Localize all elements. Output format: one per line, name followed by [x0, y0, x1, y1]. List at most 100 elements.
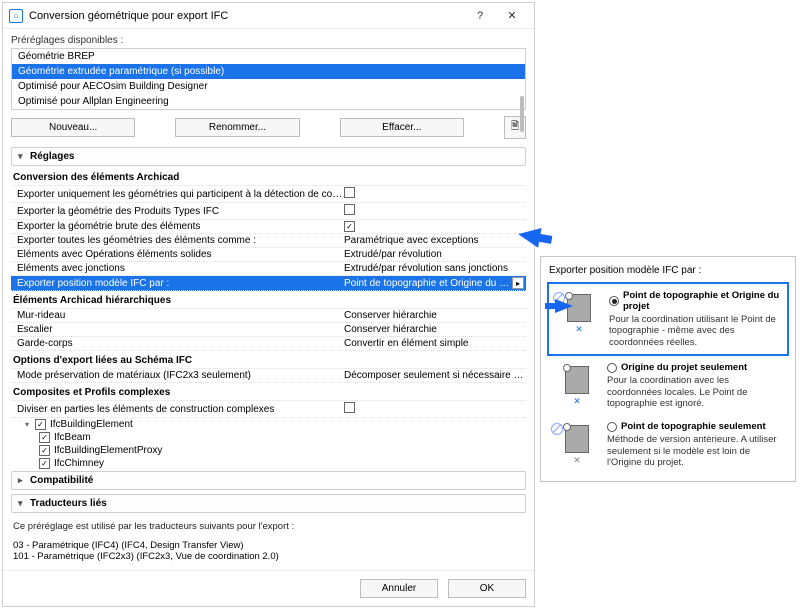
option-origin-only[interactable]: ✕ Origine du projet seulement Pour la co…	[547, 356, 789, 415]
annotation-arrow-icon	[516, 224, 541, 248]
app-icon: ⌂	[9, 9, 23, 23]
row-garde[interactable]: Garde-corps Convertir en élément simple	[11, 337, 526, 351]
tree-node[interactable]: ✓ IfcChimney	[39, 457, 526, 469]
checkbox-checked[interactable]: ✓	[39, 445, 50, 456]
row-value: Extrudé/par révolution sans jonctions	[344, 263, 524, 274]
row-value: Décomposer seulement si nécessaire po...	[344, 370, 524, 381]
radio[interactable]	[607, 363, 617, 373]
row-label: Exporter la géométrie brute des éléments	[17, 221, 344, 232]
chevron-right-icon: ▸	[18, 475, 28, 486]
checkbox[interactable]	[344, 204, 355, 215]
option-desc: Pour la coordination avec les coordonnée…	[607, 375, 783, 409]
row-value: Extrudé/par révolution	[344, 249, 524, 260]
settings-body: Conversion des éléments Archicad Exporte…	[11, 168, 526, 469]
delete-button[interactable]: Effacer...	[340, 118, 464, 137]
checkbox-checked[interactable]: ✓	[344, 221, 355, 232]
option-topo-only[interactable]: ✕ Point de topographie seulement Méthode…	[547, 415, 789, 474]
tree-node-root[interactable]: ▾ ✓ IfcBuildingElement	[25, 418, 526, 431]
new-button[interactable]: Nouveau...	[11, 118, 135, 137]
title-bar: ⌂ Conversion géométrique pour export IFC…	[3, 3, 534, 29]
tree-label: IfcBeam	[54, 432, 91, 443]
row-brute[interactable]: Exporter la géométrie brute des éléments…	[11, 220, 526, 234]
option-thumb-icon	[565, 366, 589, 394]
preset-item[interactable]: Optimisé pour AECOsim Building Designer	[12, 79, 525, 94]
preset-list-wrap: Géométrie BREP Géométrie extrudée paramé…	[3, 48, 534, 110]
row-label: Exporter toutes les géométries des éléme…	[17, 235, 344, 246]
row-escalier[interactable]: Escalier Conserver hiérarchie	[11, 323, 526, 337]
preset-item[interactable]: Géométrie BREP	[12, 49, 525, 64]
section-reglages-header[interactable]: ▾ Réglages	[12, 148, 525, 165]
tree-label: IfcChimney	[54, 458, 104, 469]
section-translators-header[interactable]: ▾ Traducteurs liés	[12, 495, 525, 512]
rename-button[interactable]: Renommer...	[175, 118, 299, 137]
ok-button[interactable]: OK	[448, 579, 526, 598]
checkbox-checked[interactable]: ✓	[35, 419, 46, 430]
row-jonctions[interactable]: Eléments avec jonctions Extrudé/par révo…	[11, 262, 526, 276]
section-compat-header[interactable]: ▸ Compatibilité	[12, 472, 525, 489]
checkbox[interactable]	[344, 402, 355, 413]
row-label: Escalier	[17, 324, 344, 335]
cancel-button[interactable]: Annuler	[360, 579, 438, 598]
option-title: Origine du projet seulement	[621, 362, 747, 373]
section-compat-title: Compatibilité	[30, 475, 93, 486]
option-thumb-icon	[565, 425, 589, 453]
row-toutes[interactable]: Exporter toutes les géométries des éléme…	[11, 234, 526, 248]
translators-list: 03 - Paramétrique (IFC4) (IFC4, Design T…	[3, 538, 534, 570]
row-diviser[interactable]: Diviser en parties les éléments de const…	[11, 401, 526, 418]
tree-label: IfcBuildingElementProxy	[54, 445, 162, 456]
row-types[interactable]: Exporter la géométrie des Produits Types…	[11, 203, 526, 220]
row-position-selected[interactable]: Exporter position modèle IFC par : Point…	[11, 276, 526, 291]
tree-node[interactable]: ✓ IfcBuildingElementProxy	[39, 444, 526, 457]
option-thumb-col: ✕	[553, 362, 601, 409]
row-label: Exporter position modèle IFC par :	[17, 278, 344, 289]
option-topo-and-origin[interactable]: ✕ Point de topographie et Origine du pro…	[547, 282, 789, 356]
preset-list[interactable]: Géométrie BREP Géométrie extrudée paramé…	[11, 48, 526, 110]
row-label: Mode préservation de matériaux (IFC2x3 s…	[17, 370, 344, 381]
chevron-down-icon: ▾	[18, 151, 28, 162]
row-value: Convertir en élément simple	[344, 338, 524, 349]
section-translators: ▾ Traducteurs liés	[11, 494, 526, 513]
option-title: Point de topographie et Origine du proje…	[623, 290, 781, 312]
tree-node[interactable]: ✓ IfcBeam	[39, 431, 526, 444]
row-value: Paramétrique avec exceptions	[344, 235, 524, 246]
chevron-down-icon: ▾	[18, 498, 28, 509]
close-button[interactable]: ✕	[496, 5, 528, 27]
translator-item: 03 - Paramétrique (IFC4) (IFC4, Design T…	[13, 540, 524, 551]
option-desc: Pour la coordination utilisant le Point …	[609, 314, 781, 348]
row-label: Mur-rideau	[17, 310, 344, 321]
translator-item: 101 - Paramétrique (IFC2x3) (IFC2x3, Vue…	[13, 551, 524, 562]
presets-label: Préréglages disponibles :	[3, 29, 534, 48]
help-button[interactable]: ?	[464, 5, 496, 27]
row-label: Diviser en parties les éléments de const…	[17, 404, 344, 415]
dropdown-arrow-icon[interactable]: ▸	[512, 277, 524, 289]
ifc-export-dialog: ⌂ Conversion géométrique pour export IFC…	[2, 2, 535, 607]
tree-label: IfcBuildingElement	[50, 419, 133, 430]
preset-item-selected[interactable]: Géométrie extrudée paramétrique (si poss…	[12, 64, 525, 79]
group-composites: Composites et Profils complexes	[11, 383, 526, 401]
x-marker-icon: ✕	[575, 324, 583, 335]
row-solides[interactable]: Eléments avec Opérations éléments solide…	[11, 248, 526, 262]
option-desc: Méthode de version antérieure. A utilise…	[607, 434, 783, 468]
section-reglages-title: Réglages	[30, 151, 74, 162]
checkbox-checked[interactable]: ✓	[39, 432, 50, 443]
checkbox[interactable]	[344, 187, 355, 198]
expander-icon[interactable]: ▾	[25, 420, 35, 429]
group-conversion: Conversion des éléments Archicad	[11, 168, 526, 186]
preset-item[interactable]: Optimisé pour Allplan Engineering	[12, 94, 525, 109]
preset-button-row: Nouveau... Renommer... Effacer... 🗎	[3, 110, 534, 145]
radio[interactable]	[607, 422, 617, 432]
page-icon: 🗎	[511, 121, 519, 132]
radio-selected[interactable]	[609, 296, 619, 306]
row-mur[interactable]: Mur-rideau Conserver hiérarchie	[11, 309, 526, 323]
translators-intro: Ce préréglage est utilisé par les traduc…	[3, 515, 534, 538]
row-label: Exporter la géométrie des Produits Types…	[17, 206, 344, 217]
group-hierarch: Éléments Archicad hiérarchiques	[11, 291, 526, 309]
row-label: Eléments avec Opérations éléments solide…	[17, 249, 344, 260]
row-materiaux[interactable]: Mode préservation de matériaux (IFC2x3 s…	[11, 369, 526, 383]
row-value: Conserver hiérarchie	[344, 324, 524, 335]
row-collision[interactable]: Exporter uniquement les géométries qui p…	[11, 186, 526, 203]
checkbox-checked[interactable]: ✓	[39, 458, 50, 469]
scrollbar-thumb[interactable]	[520, 96, 524, 132]
group-export-ifc: Options d'export liées au Schéma IFC	[11, 351, 526, 369]
dialog-footer: Annuler OK	[3, 570, 534, 606]
